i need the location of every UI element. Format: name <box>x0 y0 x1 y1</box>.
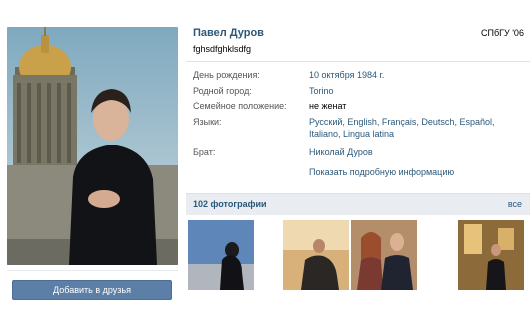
photo-thumbnail-3[interactable] <box>351 220 417 290</box>
birthday-label: День рождения: <box>193 70 260 80</box>
hometown-label: Родной город: <box>193 86 252 96</box>
hometown-value[interactable]: Torino <box>309 86 334 96</box>
add-friend-button[interactable]: Добавить в друзья <box>12 280 172 300</box>
photos-title[interactable]: 102 фотографии <box>193 199 267 209</box>
header-divider <box>186 61 530 62</box>
brother-label: Брат: <box>193 147 216 157</box>
profile-photo[interactable] <box>7 27 178 265</box>
profile-name: Павел Дуров <box>193 27 264 39</box>
show-more-link[interactable]: Показать подробную информацию <box>309 167 454 177</box>
photo-thumbnail-1[interactable] <box>188 220 254 290</box>
photo-thumbnail-4[interactable] <box>458 220 524 290</box>
languages-value[interactable]: Русский, English, Français, Deutsch, Esp… <box>309 116 509 140</box>
photo-thumbnail-2[interactable] <box>283 220 349 290</box>
divider <box>7 270 178 271</box>
languages-label: Языки: <box>193 117 222 127</box>
brother-value[interactable]: Николай Дуров <box>309 147 373 157</box>
birthday-value[interactable]: 10 октября 1984 г. <box>309 70 384 80</box>
university-label[interactable]: СПбГУ '06 <box>481 28 524 38</box>
status-text[interactable]: fghsdfghklsdfg <box>193 44 251 54</box>
photos-all-link[interactable]: все <box>508 199 522 209</box>
photos-header: 102 фотографии все <box>186 193 530 215</box>
relationship-label: Семейное положение: <box>193 101 287 111</box>
relationship-value: не женат <box>309 101 347 111</box>
